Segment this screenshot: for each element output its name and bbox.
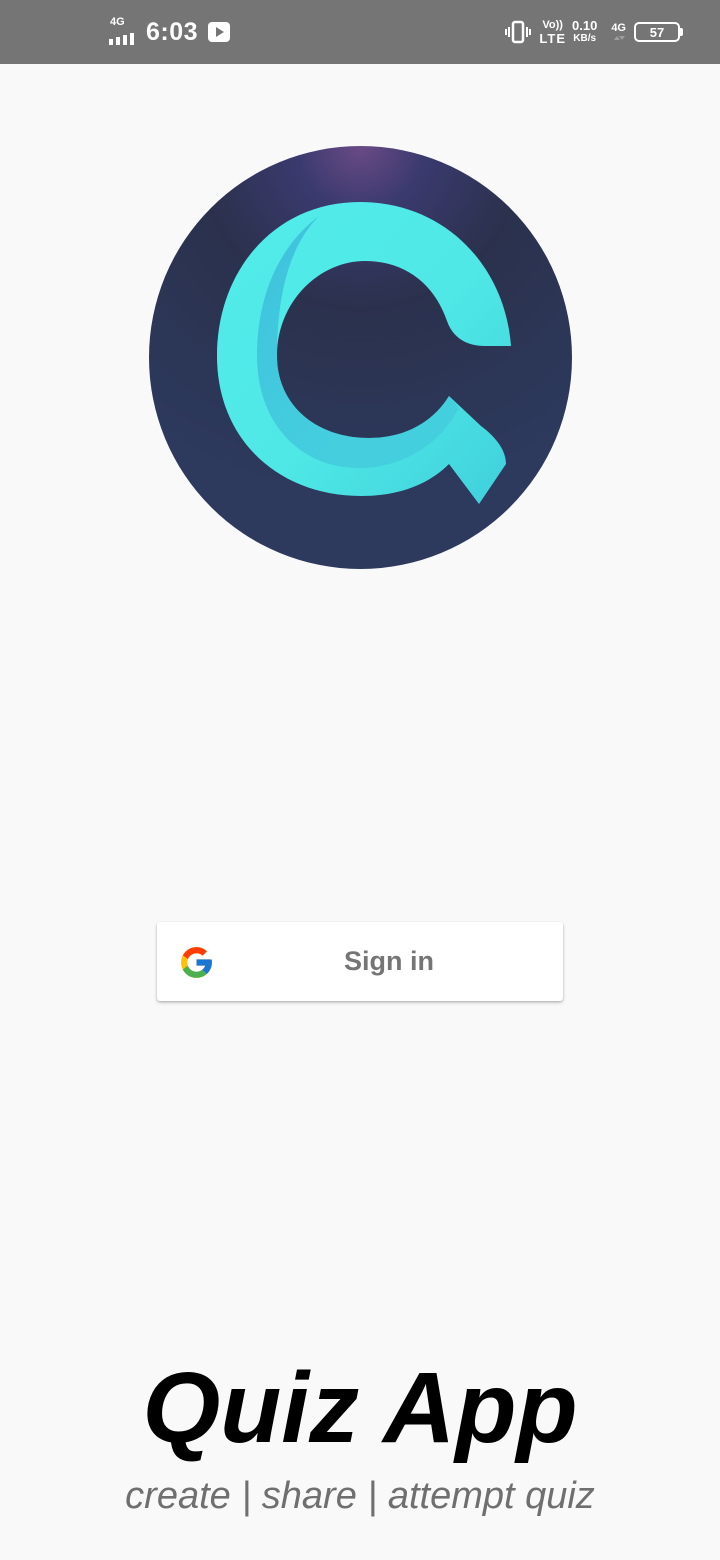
status-bar-left: 4G 6:03: [108, 0, 231, 64]
data-activity-icon: [613, 34, 625, 42]
app-title: Quiz App: [142, 1352, 578, 1464]
sign-in-label: Sign in: [344, 946, 434, 976]
youtube-notification-icon: [208, 22, 231, 42]
status-bar-right: Vo)) LTE 0.10 KB/s 4G 57: [505, 0, 683, 64]
battery-icon: 57: [634, 22, 683, 42]
quiz-app-logo-icon: [149, 146, 572, 569]
status-bar: 4G 6:03 Vo)) LTE 0.10 KB/s 4G 57: [0, 0, 720, 64]
mobile-data-label: 4G: [611, 22, 626, 34]
mobile-data-indicator: 4G: [611, 22, 626, 42]
signal-bars-icon: 4G: [108, 17, 138, 47]
google-sign-in-button[interactable]: Sign in: [157, 922, 563, 1001]
signal-network-label: 4G: [110, 16, 125, 28]
volte-bottom-label: LTE: [539, 31, 566, 46]
google-icon: [181, 947, 212, 978]
vibrate-icon: [505, 20, 532, 44]
app-tagline: create | share | attempt quiz: [125, 1475, 595, 1517]
volte-indicator: Vo)) LTE: [539, 19, 566, 45]
network-speed-value: 0.10: [572, 18, 598, 33]
network-speed-unit: KB/s: [573, 33, 597, 44]
battery-level: 57: [649, 24, 665, 40]
network-speed: 0.10 KB/s: [572, 19, 597, 45]
status-time: 6:03: [146, 17, 199, 46]
